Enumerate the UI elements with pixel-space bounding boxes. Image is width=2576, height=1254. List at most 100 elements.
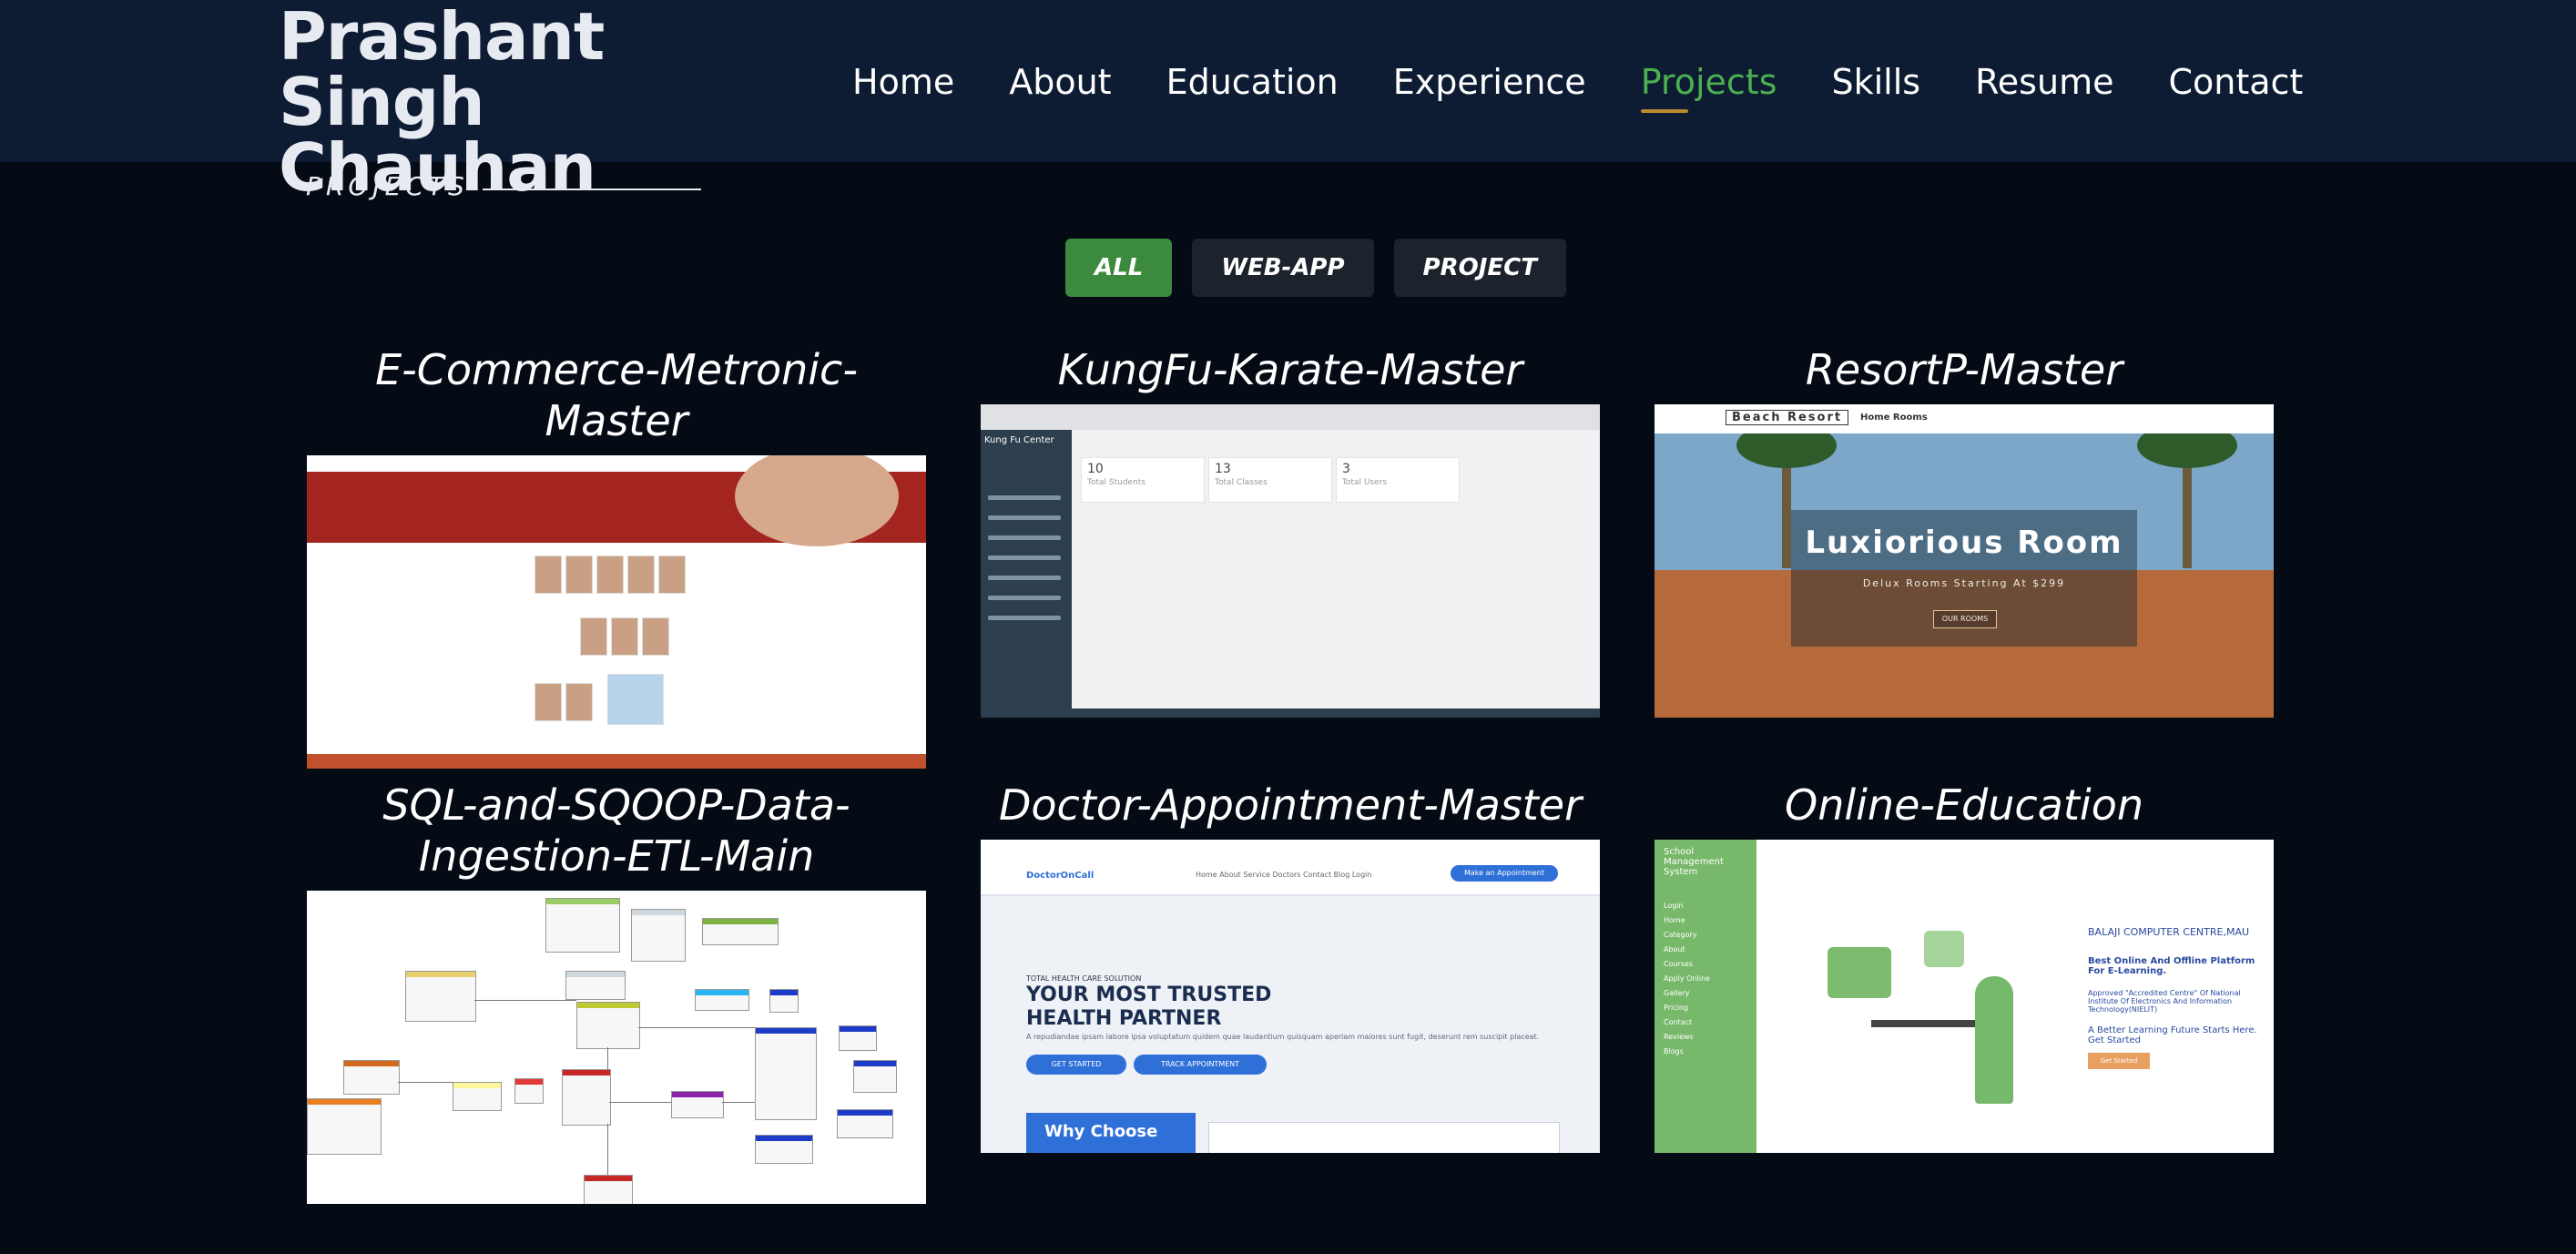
filter-project-button[interactable]: PROJECT: [1393, 239, 1566, 297]
sidebar-link: [988, 596, 1061, 600]
get-started-button: GET STARTED: [1026, 1055, 1126, 1075]
video-call-image: [1828, 947, 1891, 998]
sidebar-link: Courses: [1664, 960, 1694, 968]
stat-card: 10 Total Students: [1081, 457, 1205, 503]
project-filters: ALL WEB-APP PROJECT: [1065, 239, 1566, 297]
er-table: [769, 989, 799, 1013]
project-title[interactable]: KungFu-Karate-Master: [981, 344, 1600, 395]
er-table: [545, 898, 620, 953]
doctor-headline-line-2: HEALTH PARTNER: [1026, 1007, 1222, 1030]
project-thumbnail-doctor[interactable]: DoctorOnCall Home About Service Doctors …: [981, 840, 1600, 1153]
er-table: [702, 918, 779, 945]
stat-number: 3: [1342, 462, 1350, 476]
project-title[interactable]: Doctor-Appointment-Master: [981, 780, 1600, 831]
nav-contact[interactable]: Contact: [2168, 56, 2303, 111]
product-image: [580, 617, 607, 656]
project-title[interactable]: E-Commerce-Metronic-Master: [307, 344, 926, 446]
education-line-3: A Better Learning Future Starts Here. Ge…: [2088, 1025, 2257, 1045]
project-thumbnail-kungfu[interactable]: Kung Fu Center 10 Total Students 13 Tota…: [981, 404, 1600, 718]
our-rooms-button: OUR ROOMS: [1933, 610, 1997, 628]
education-app-title: School Management System: [1664, 847, 1724, 877]
nav-home[interactable]: Home: [852, 56, 954, 111]
make-appointment-button: Make an Appointment: [1451, 865, 1558, 882]
project-thumbnail-sql-er-diagram[interactable]: [307, 891, 926, 1204]
product-image: [642, 617, 669, 656]
nav-resume[interactable]: Resume: [1975, 56, 2113, 111]
resort-logo: Beach Resort: [1726, 410, 1849, 425]
project-title[interactable]: SQL-and-SQOOP-Data-Ingestion-ETL-Main: [307, 780, 926, 882]
er-relation-line: [607, 1047, 608, 1069]
filter-webapp-button[interactable]: WEB-APP: [1192, 239, 1374, 297]
stat-label: Total Users: [1342, 478, 1388, 487]
er-table: [837, 1109, 893, 1138]
doctor-paragraph: A repudiandae ipsam labore ipsa voluptat…: [1026, 1033, 1540, 1041]
er-relation-line: [609, 1102, 671, 1103]
er-relation-line: [722, 1102, 755, 1103]
doctor-headline-line-1: YOUR MOST TRUSTED: [1026, 984, 1272, 1006]
project-thumbnail-ecommerce[interactable]: [307, 455, 926, 769]
sidebar-link: Apply Online: [1664, 974, 1710, 983]
er-table: [584, 1175, 633, 1204]
product-image: [565, 683, 593, 721]
project-card: Online-Education School Management Syste…: [1655, 780, 2274, 1153]
promo-image: [607, 674, 664, 725]
doctor-kicker: TOTAL HEALTH CARE SOLUTION: [1026, 974, 1142, 983]
doctor-links: Home About Service Doctors Contact Blog …: [1196, 871, 1372, 879]
er-table: [307, 1098, 382, 1155]
er-table: [671, 1091, 724, 1118]
sidebar-link: Category: [1664, 931, 1697, 939]
er-table: [755, 1135, 813, 1164]
stat-label: Total Classes: [1215, 478, 1268, 487]
section-title: PROJECTS: [306, 171, 469, 201]
er-relation-line: [474, 1000, 576, 1001]
contact-bar: [981, 840, 1600, 858]
project-title[interactable]: ResortP-Master: [1655, 344, 2274, 395]
nav-about[interactable]: About: [1009, 56, 1111, 111]
sidebar-link: Blogs: [1664, 1047, 1684, 1055]
education-line-2: Approved "Accredited Centre" Of National…: [2088, 989, 2241, 1014]
project-thumbnail-resort[interactable]: Beach Resort Home Rooms Luxiorious Room …: [1655, 404, 2274, 718]
stat-card: 13 Total Classes: [1208, 457, 1332, 503]
why-choose-box: Why Choose: [1026, 1113, 1196, 1153]
product-image: [596, 556, 624, 594]
sidebar-link: [988, 576, 1061, 580]
er-table: [562, 1069, 611, 1126]
er-table: [755, 1027, 817, 1120]
sidebar-link: [988, 495, 1061, 500]
project-card: KungFu-Karate-Master Kung Fu Center 10 T…: [981, 344, 1600, 718]
sidebar-link: [988, 515, 1061, 520]
stat-card: 3 Total Users: [1336, 457, 1460, 503]
nav-projects[interactable]: Projects: [1640, 56, 1777, 113]
feature-card: [1208, 1122, 1560, 1153]
nav-skills[interactable]: Skills: [1832, 56, 1921, 111]
sidebar-link: Gallery: [1664, 989, 1690, 997]
stat-number: 10: [1087, 462, 1104, 476]
er-relation-line: [398, 1082, 453, 1083]
resort-headline: Luxiorious Room: [1805, 525, 2123, 561]
product-image: [611, 617, 638, 656]
er-table: [839, 1025, 877, 1051]
sidebar-link: Pricing: [1664, 1004, 1688, 1012]
er-table: [576, 1002, 640, 1049]
er-table: [405, 971, 476, 1022]
app-name: Kung Fu Center: [984, 435, 1054, 445]
er-relation-line: [607, 1124, 608, 1175]
nav-experience[interactable]: Experience: [1393, 56, 1586, 111]
sidebar-link: About: [1664, 945, 1685, 953]
stat-number: 13: [1215, 462, 1231, 476]
logo-line-1: Prashant Singh: [279, 0, 605, 140]
er-table: [853, 1060, 897, 1093]
sidebar-link: Reviews: [1664, 1033, 1694, 1041]
filter-all-button[interactable]: ALL: [1065, 239, 1173, 297]
project-card: Doctor-Appointment-Master DoctorOnCall H…: [981, 780, 1600, 1153]
nav-education[interactable]: Education: [1166, 56, 1339, 111]
section-title-divider: [483, 189, 701, 190]
project-card: ResortP-Master Beach Resort Home Rooms L…: [1655, 344, 2274, 718]
student-figure: [1975, 976, 2013, 1104]
er-table: [514, 1078, 544, 1104]
track-appointment-button: TRACK APPOINTMENT: [1134, 1055, 1267, 1075]
project-title[interactable]: Online-Education: [1655, 780, 2274, 831]
sidebar-link: [988, 556, 1061, 560]
footer-bar: [307, 754, 926, 769]
project-thumbnail-education[interactable]: School Management System Login Home Cate…: [1655, 840, 2274, 1153]
